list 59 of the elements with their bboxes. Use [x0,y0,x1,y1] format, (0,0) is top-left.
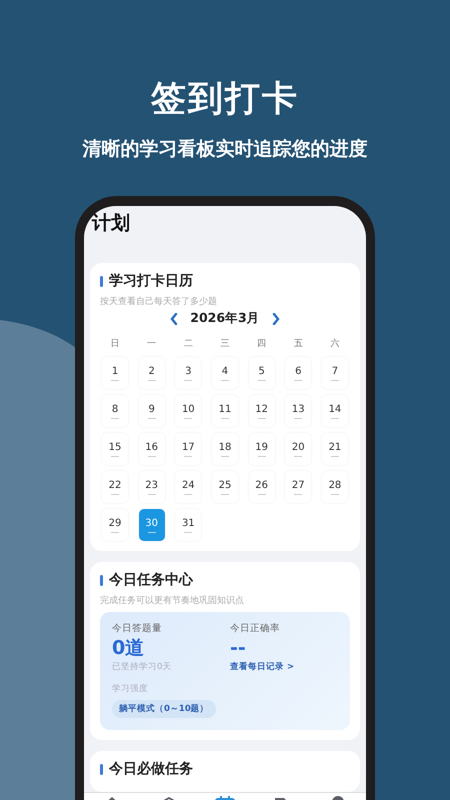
calendar-day[interactable]: 17 [175,433,202,465]
weekday-label: 一 [146,338,158,351]
stat-value: -- [230,636,246,661]
calendar-day[interactable]: 7 [322,357,348,389]
calendar-day[interactable]: 10 [175,395,202,427]
weekday-label: 四 [256,338,268,351]
stat-label: 今日答题量 [112,622,162,635]
weekday-label: 五 [292,338,304,351]
calendar-day[interactable]: 19 [248,433,275,465]
records-link[interactable]: 查看每日记录 > [230,661,294,673]
calendar-day[interactable]: 13 [285,395,312,427]
weekday-label: 六 [329,338,340,351]
calendar-day[interactable]: 24 [175,471,202,503]
calendar-day[interactable]: 26 [248,471,275,503]
calendar-day[interactable]: 22 [102,471,128,503]
month-label: 2026年3月 [190,310,260,327]
calendar-day[interactable]: 6 [285,357,312,389]
chevron-right-icon[interactable] [272,312,280,324]
calendar-day[interactable]: 15 [102,433,128,465]
calendar-day[interactable]: 4 [212,357,238,389]
card-title: 今日必做任务 [109,760,193,778]
calendar-day[interactable]: 1 [102,357,128,389]
calendar-day[interactable]: 16 [138,433,165,465]
accent-bar [100,276,103,286]
calendar-day[interactable]: 20 [285,433,312,465]
calendar-day[interactable]: 9 [138,395,165,427]
card-subtitle: 按天查看自己每天答了多少题 [100,296,218,308]
screen-title: 计划 [92,211,130,235]
calendar-day[interactable]: 21 [322,433,348,465]
chevron-left-icon[interactable] [170,312,178,324]
intensity-label: 学习强度 [112,683,148,695]
calendar-day[interactable]: 28 [322,471,348,503]
card-title: 今日任务中心 [109,571,193,589]
calendar-day[interactable]: 29 [102,509,128,541]
stat-value: 0道 [112,636,144,661]
card-subtitle: 完成任务可以更有节奏地巩固知识点 [100,594,245,607]
calendar-day[interactable]: 5 [248,357,275,389]
weekday-label: 日 [110,338,120,351]
streak-text: 已坚持学习0天 [112,661,172,673]
calendar-day[interactable]: 25 [212,471,238,503]
accent-bar [100,574,103,586]
subheadline: 清晰的学习看板实时追踪您的进度 [82,137,368,162]
calendar-day[interactable]: 31 [175,509,202,541]
calendar-day[interactable]: 27 [285,471,312,503]
calendar-day[interactable]: 23 [138,471,165,503]
accent-bar [100,764,103,774]
calendar-day[interactable]: 18 [212,433,238,465]
stat-label: 今日正确率 [230,622,280,635]
calendar-day[interactable]: 14 [322,395,348,427]
calendar-day[interactable]: 2 [138,357,165,389]
calendar-day[interactable]: 11 [212,395,238,427]
calendar-day[interactable]: 3 [175,357,202,389]
calendar-day[interactable]: 12 [248,395,275,427]
weekday-label: 三 [219,338,230,351]
card-title: 学习打卡日历 [109,272,193,290]
weekday-label: 二 [182,338,194,351]
calendar-day[interactable]: 8 [102,395,128,427]
headline: 签到打卡 [151,78,299,121]
intensity-tag[interactable]: 躺平模式（0～10题） [112,700,216,718]
